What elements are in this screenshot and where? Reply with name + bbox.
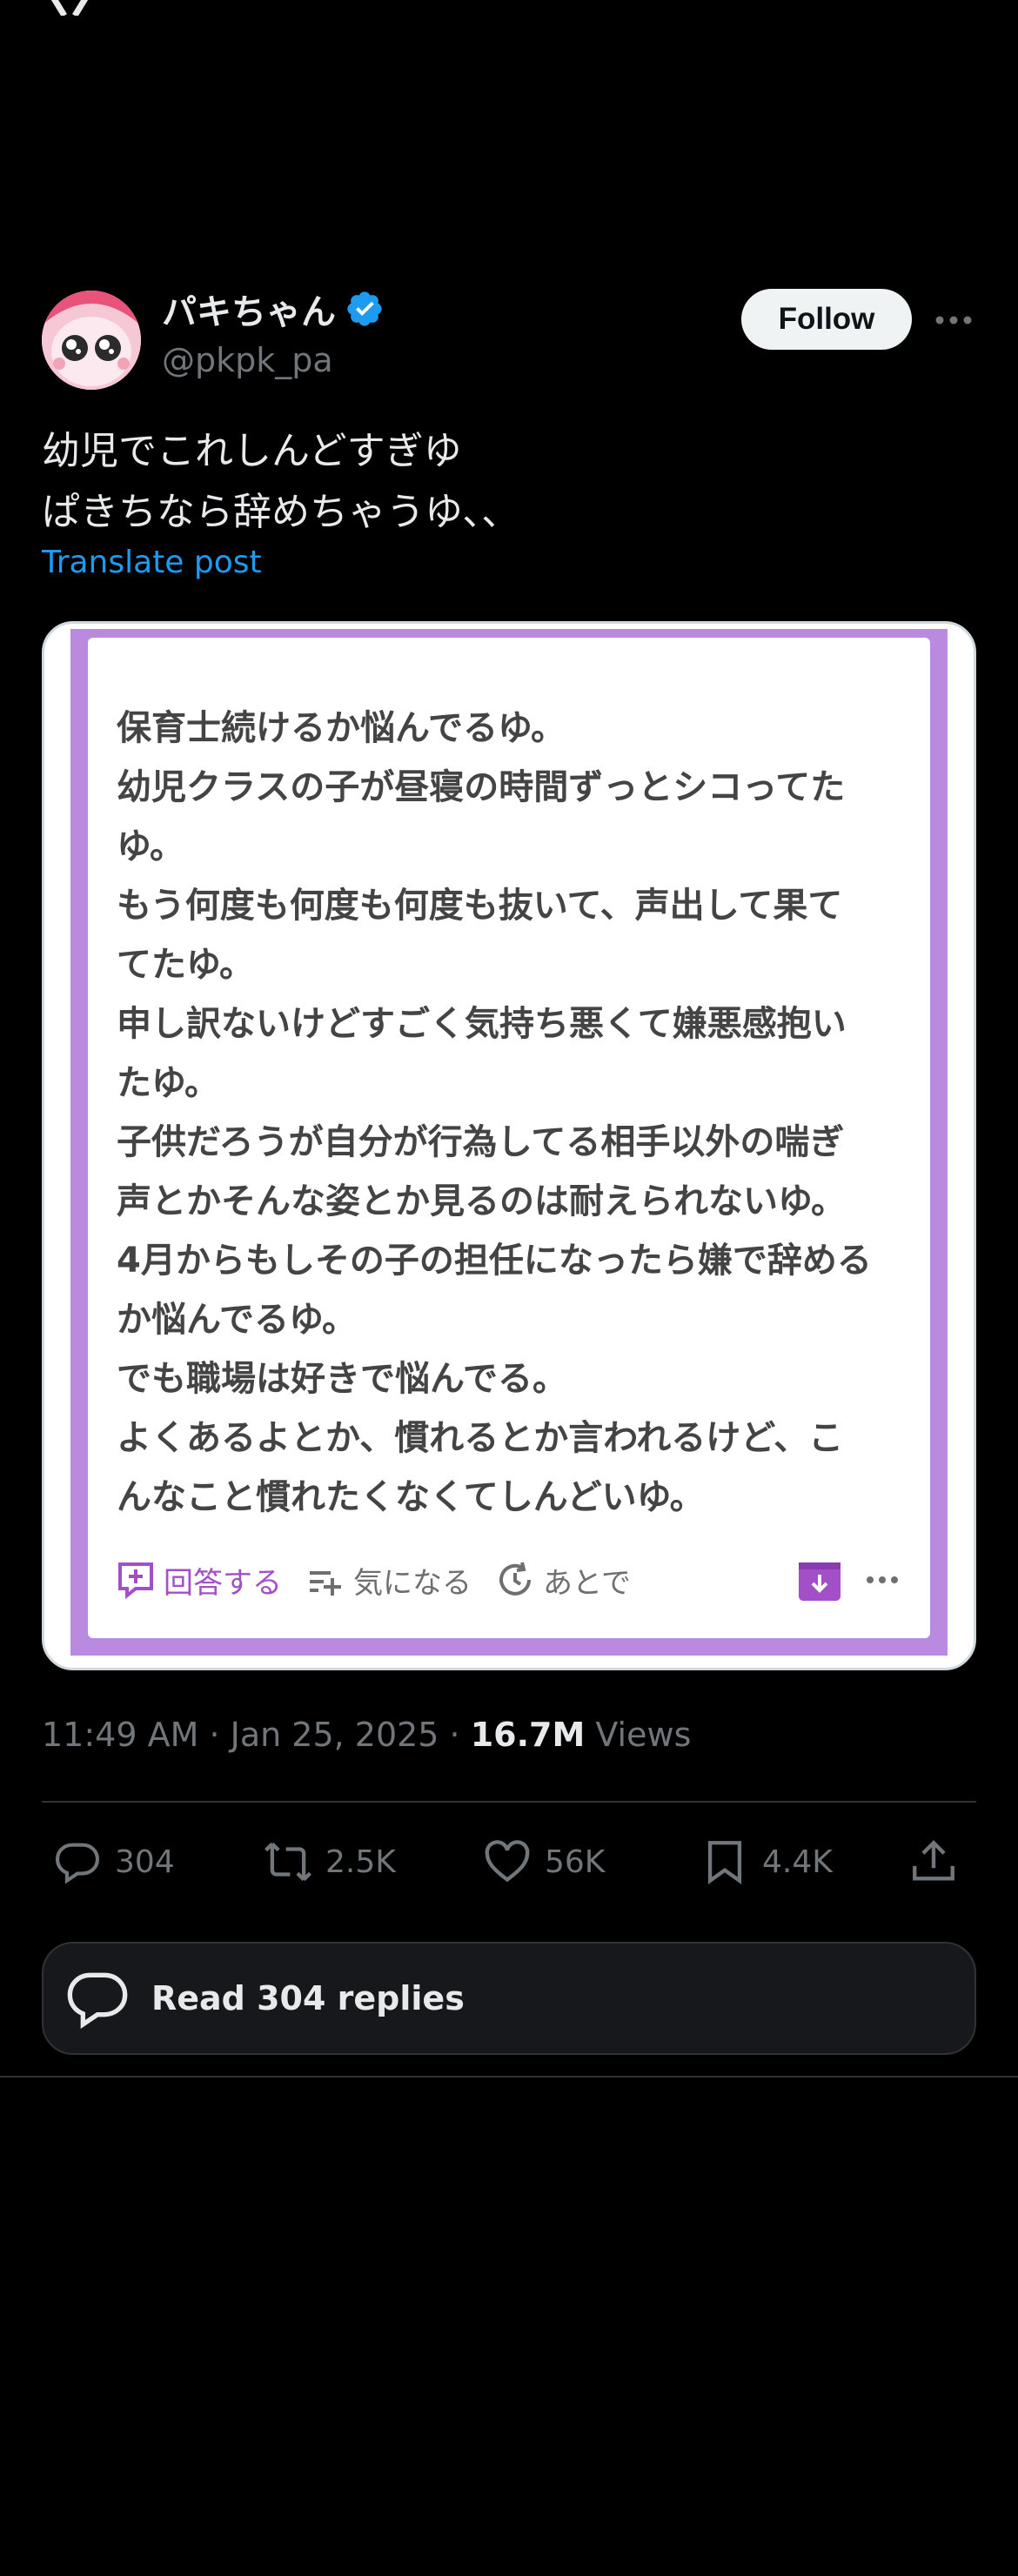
x-logo-icon[interactable]: [42, 0, 97, 16]
more-options-icon[interactable]: [929, 296, 978, 345]
media-text: 保育士続けるか悩んでるゆ。 幼児クラスの子が昼寝の時間ずっとシコってた ゆ。 も…: [117, 699, 908, 1527]
share-icon: [913, 1840, 954, 1881]
media-text-line: 子供だろうが自分が行為してる相手以外の喘ぎ: [117, 1122, 845, 1162]
tweet-media-image[interactable]: 保育士続けるか悩んでるゆ。 幼児クラスの子が昼寝の時間ずっとシコってた ゆ。 も…: [42, 621, 976, 1670]
media-text-line: か悩んでるゆ。: [117, 1300, 357, 1340]
repost-icon: [265, 1842, 311, 1882]
media-text-line: 申し訳ないけどすごく気持ち悪くて嫌悪感抱い: [117, 1004, 847, 1044]
archive-icon: [799, 1562, 841, 1601]
tweet-text-line: ぱきちなら辞めちゃうゆ、、: [42, 490, 520, 534]
bookmark-icon: [707, 1841, 742, 1884]
read-replies-button[interactable]: Read 304 replies: [42, 1942, 976, 2055]
media-text-line: 保育士続けるか悩んでるゆ。: [117, 708, 566, 748]
translate-post-link[interactable]: Translate post: [42, 545, 262, 580]
media-paper: 保育士続けるか悩んでるゆ。 幼児クラスの子が昼寝の時間ずっとシコってた ゆ。 も…: [88, 638, 930, 1638]
share-button[interactable]: [908, 1827, 959, 1897]
media-text-line: んなこと慣れたくなくてしんどいゆ。: [117, 1477, 705, 1517]
media-text-line: たゆ。: [117, 1063, 219, 1103]
repost-button[interactable]: 2.5K: [263, 1827, 396, 1897]
answer-icon: [118, 1562, 153, 1599]
views-label: Views: [585, 1716, 692, 1754]
divider: [0, 2076, 1018, 2078]
media-text-line: 4月からもしその子の担任になったら嫌で辞める: [117, 1241, 872, 1281]
media-action-bar: 回答する 気になる あとで: [117, 1554, 900, 1606]
media-text-line: ゆ。: [117, 826, 184, 866]
media-text-line: 幼児クラスの子が昼寝の時間ずっとシコってた: [117, 767, 846, 807]
read-replies-label: Read 304 replies: [151, 1979, 465, 2017]
media-later-action: あとで: [496, 1559, 631, 1602]
reply-count: 304: [115, 1843, 175, 1880]
media-answer-action: 回答する: [117, 1559, 282, 1602]
add-list-icon: [310, 1571, 341, 1596]
reply-button[interactable]: 304: [52, 1827, 175, 1897]
avatar[interactable]: [42, 291, 141, 390]
reply-icon: [55, 1843, 100, 1884]
timestamp-time: 11:49 AM · Jan 25, 2025 ·: [42, 1716, 471, 1754]
like-button[interactable]: 56K: [482, 1827, 605, 1897]
author-handle[interactable]: @pkpk_pa: [162, 341, 333, 379]
media-text-line: よくあるよとか、慣れるとか言われるけど、こ: [117, 1418, 844, 1458]
follow-button[interactable]: Follow: [741, 289, 912, 350]
divider: [42, 1801, 976, 1803]
tweet-text-line: 幼児でこれしんどすぎゆ: [42, 429, 462, 473]
author-display-name[interactable]: パキちゃん: [162, 284, 336, 334]
views-count: 16.7M: [470, 1716, 586, 1754]
heart-icon: [485, 1840, 530, 1883]
interest-label: 気になる: [353, 1565, 472, 1601]
verified-badge-icon: [347, 291, 382, 326]
author-name-row[interactable]: パキちゃん: [162, 284, 385, 334]
media-right-actions: [797, 1554, 900, 1606]
tweet-text: 幼児でこれしんどすぎゆ ぱきちなら辞めちゃうゆ、、: [42, 421, 519, 543]
bookmark-button[interactable]: 4.4K: [700, 1827, 833, 1897]
media-text-line: でも職場は好きで悩んでる。: [117, 1359, 567, 1399]
media-interest-action: 気になる: [306, 1559, 472, 1602]
tweet-action-bar: 304 2.5K 56K 4.4K: [42, 1827, 976, 1897]
media-text-line: 声とかそんな姿とか見るのは耐えられないゆ。: [117, 1181, 846, 1221]
clock-icon: [499, 1562, 531, 1596]
tweet-timestamp[interactable]: 11:49 AM · Jan 25, 2025 · 16.7M Views: [42, 1716, 691, 1754]
media-text-line: もう何度も何度も何度も抜いて、声出して果て: [117, 886, 843, 926]
later-label: あとで: [543, 1565, 631, 1601]
reply-bubble-icon: [67, 1972, 128, 2030]
repost-count: 2.5K: [325, 1843, 396, 1880]
media-frame: 保育士続けるか悩んでるゆ。 幼児クラスの子が昼寝の時間ずっとシコってた ゆ。 も…: [70, 629, 948, 1656]
bookmark-count: 4.4K: [762, 1843, 833, 1880]
avatar-image: [42, 291, 141, 390]
answer-label: 回答する: [164, 1565, 282, 1601]
media-more-icon: [867, 1576, 898, 1583]
media-text-line: てたゆ。: [117, 945, 254, 985]
like-count: 56K: [545, 1843, 606, 1880]
